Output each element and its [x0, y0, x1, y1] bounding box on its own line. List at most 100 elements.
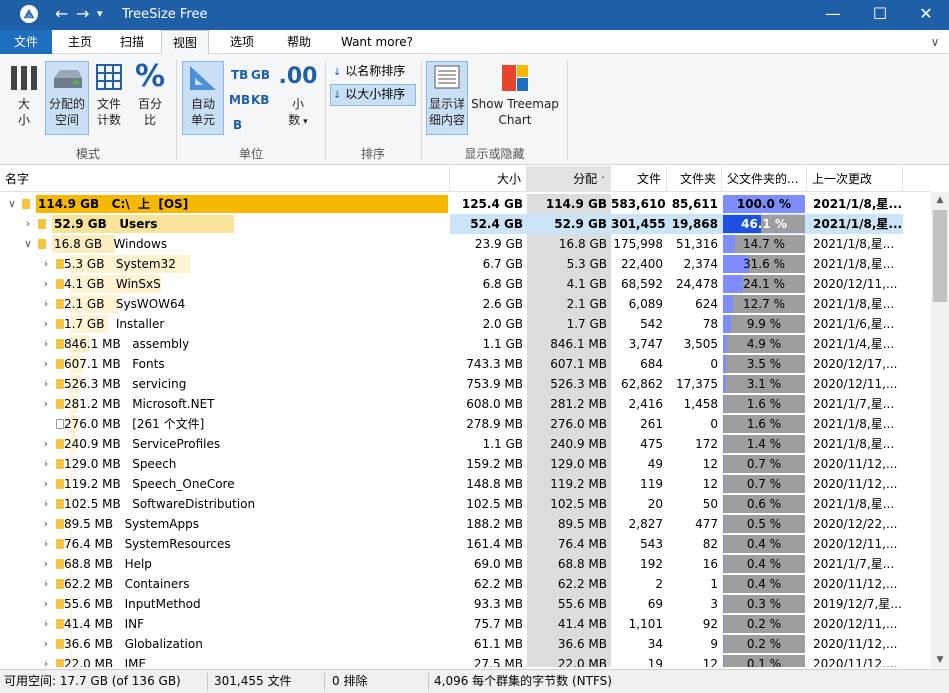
- tab-home[interactable]: 主页: [56, 30, 104, 54]
- scroll-down-icon[interactable]: ▼: [931, 655, 949, 665]
- column-folders[interactable]: 文件夹: [667, 166, 722, 192]
- allocated-cell: 607.1 MB: [527, 354, 611, 374]
- expand-chevron-icon[interactable]: ›: [40, 354, 52, 374]
- files-cell: 543: [640, 537, 663, 551]
- table-row[interactable]: › 68.8 MB Help 69.0 MB 68.8 MB 192 16 0.4 % 202…: [0, 554, 931, 574]
- ribbon-collapse-icon[interactable]: ∨: [925, 30, 945, 54]
- percent-bar: 100.0 %: [723, 195, 805, 213]
- table-row[interactable]: 276.0 MB [261 个文件] 278.9 MB 276.0 MB 261 0 1.…: [0, 414, 931, 434]
- tab-want-more[interactable]: Want more?: [333, 30, 421, 54]
- size-mode-button[interactable]: 大 小: [6, 62, 42, 134]
- expand-chevron-icon[interactable]: ›: [40, 394, 52, 414]
- sort-by-name-button[interactable]: ↓ 以名称排序: [331, 62, 417, 82]
- allocated-cell: 16.8 GB: [527, 234, 611, 254]
- quick-access-dropdown-icon[interactable]: ▾: [97, 4, 103, 24]
- allocated-space-button[interactable]: 分配的 空间: [45, 61, 89, 135]
- auto-unit-button[interactable]: 自动 单元: [182, 61, 224, 135]
- table-row[interactable]: › 526.3 MB servicing 753.9 MB 526.3 MB 62,86…: [0, 374, 931, 394]
- decimals-button[interactable]: .00 小 数 ▾: [278, 62, 318, 134]
- table-row[interactable]: › 62.2 MB Containers 62.2 MB 62.2 MB 2 1 0.4 %…: [0, 574, 931, 594]
- expand-chevron-icon[interactable]: ›: [40, 494, 52, 514]
- table-row[interactable]: › 36.6 MB Globalization 61.1 MB 36.6 MB 34 9 0…: [0, 634, 931, 654]
- column-files[interactable]: 文件: [611, 166, 667, 192]
- percent-bar: 4.9 %: [723, 335, 805, 353]
- column-name[interactable]: 名字: [0, 166, 450, 192]
- close-button[interactable]: ✕: [903, 0, 949, 30]
- tab-view[interactable]: 视图: [161, 30, 209, 55]
- back-arrow-icon[interactable]: ←: [55, 4, 68, 24]
- table-row[interactable]: ∨ 16.8 GB Windows 23.9 GB 16.8 GB 175,998 51,…: [0, 234, 931, 254]
- expand-chevron-icon[interactable]: ›: [40, 254, 52, 274]
- table-row[interactable]: › 846.1 MB assembly 1.1 GB 846.1 MB 3,747 3,5…: [0, 334, 931, 354]
- column-percent-of-parent[interactable]: 父文件夹的...: [722, 166, 807, 192]
- expand-chevron-icon[interactable]: ›: [40, 274, 52, 294]
- scroll-up-icon[interactable]: ▲: [931, 195, 949, 205]
- minimize-button[interactable]: —: [810, 0, 856, 30]
- folders-cell: 17,375: [676, 377, 718, 391]
- unit-mb-button[interactable]: MB: [227, 91, 250, 109]
- tab-file[interactable]: 文件: [0, 30, 52, 54]
- collapse-chevron-icon[interactable]: ∨: [6, 194, 18, 214]
- table-row[interactable]: › 607.1 MB Fonts 743.3 MB 607.1 MB 684 0 3.5 %…: [0, 354, 931, 374]
- table-row[interactable]: › 52.9 GB Users 52.4 GB 52.9 GB 301,455 19,86…: [0, 214, 931, 234]
- decimals-label-2: 数: [288, 113, 301, 127]
- expand-chevron-icon[interactable]: ›: [40, 454, 52, 474]
- table-row[interactable]: › 240.9 MB ServiceProfiles 1.1 GB 240.9 MB 4…: [0, 434, 931, 454]
- collapse-chevron-icon[interactable]: ∨: [22, 234, 34, 254]
- expand-chevron-icon[interactable]: ›: [40, 574, 52, 594]
- expand-chevron-icon[interactable]: ›: [40, 314, 52, 334]
- table-row[interactable]: › 4.1 GB WinSxS 6.8 GB 4.1 GB 68,592 24,478 24…: [0, 274, 931, 294]
- expand-chevron-icon[interactable]: ›: [22, 214, 34, 234]
- expand-chevron-icon[interactable]: ›: [40, 514, 52, 534]
- file-count-button[interactable]: 文件 计数: [91, 62, 127, 134]
- sort-by-size-button[interactable]: ↓ 以大小排序: [330, 84, 416, 106]
- column-size[interactable]: 大小: [450, 166, 527, 192]
- last-modified-cell: 2019/12/7,星...: [813, 597, 902, 611]
- unit-kb-button[interactable]: KB: [249, 91, 269, 109]
- table-row[interactable]: ∨ 114.9 GB C:\ 上 [OS] 125.4 GB 114.9 GB 583,…: [0, 194, 931, 214]
- table-row[interactable]: › 119.2 MB Speech_OneCore 148.8 MB 119.2 MB…: [0, 474, 931, 494]
- table-row[interactable]: › 2.1 GB SysWOW64 2.6 GB 2.1 GB 6,089 624 12.7…: [0, 294, 931, 314]
- expand-chevron-icon[interactable]: ›: [40, 334, 52, 354]
- expand-chevron-icon[interactable]: ›: [40, 294, 52, 314]
- show-details-button[interactable]: 显示详 细内容: [426, 61, 468, 135]
- show-treemap-button[interactable]: Show Treemap Chart: [470, 62, 560, 134]
- forward-arrow-icon[interactable]: →: [76, 4, 89, 24]
- table-row[interactable]: › 89.5 MB SystemApps 188.2 MB 89.5 MB 2,827 4…: [0, 514, 931, 534]
- unit-tb-button[interactable]: TB: [229, 66, 248, 84]
- unit-b-button[interactable]: B: [231, 116, 242, 134]
- expand-chevron-icon[interactable]: ›: [40, 434, 52, 454]
- table-row[interactable]: › 281.2 MB Microsoft.NET 608.0 MB 281.2 MB 2…: [0, 394, 931, 414]
- table-row[interactable]: › 1.7 GB Installer 2.0 GB 1.7 GB 542 78 9.9 % 2…: [0, 314, 931, 334]
- table-row[interactable]: › 22.0 MB IME 27.5 MB 22.0 MB 19 12 0.1 % 2020/…: [0, 654, 931, 667]
- table-row[interactable]: › 41.4 MB INF 75.7 MB 41.4 MB 1,101 92 0.2 % 20…: [0, 614, 931, 634]
- percent-bar: 24.1 %: [723, 275, 805, 293]
- table-row[interactable]: › 76.4 MB SystemResources 161.4 MB 76.4 MB 5…: [0, 534, 931, 554]
- folders-cell: 24,478: [676, 277, 718, 291]
- tab-options[interactable]: 选项: [217, 30, 267, 54]
- expand-chevron-icon[interactable]: ›: [40, 474, 52, 494]
- unit-gb-button[interactable]: GB: [249, 66, 270, 84]
- vertical-scrollbar[interactable]: ▲ ▼: [931, 192, 949, 668]
- expand-chevron-icon[interactable]: ›: [40, 654, 52, 667]
- expand-chevron-icon[interactable]: ›: [40, 594, 52, 614]
- expand-chevron-icon[interactable]: ›: [40, 534, 52, 554]
- table-row[interactable]: › 5.3 GB System32 6.7 GB 5.3 GB 22,400 2,374 3…: [0, 254, 931, 274]
- expand-chevron-icon[interactable]: ›: [40, 554, 52, 574]
- column-last-modified[interactable]: 上一次更改: [807, 166, 903, 192]
- table-row[interactable]: › 102.5 MB SoftwareDistribution 102.5 MB 10…: [0, 494, 931, 514]
- scrollbar-thumb[interactable]: [933, 210, 947, 302]
- expand-chevron-icon[interactable]: ›: [40, 634, 52, 654]
- maximize-button[interactable]: ☐: [857, 0, 903, 30]
- table-row[interactable]: › 55.6 MB InputMethod 93.3 MB 55.6 MB 69 3 0.3…: [0, 594, 931, 614]
- files-cell: 542: [640, 317, 663, 331]
- tab-scan[interactable]: 扫描: [108, 30, 156, 54]
- table-row[interactable]: › 129.0 MB Speech 159.2 MB 129.0 MB 49 12 0.7 …: [0, 454, 931, 474]
- expand-chevron-icon[interactable]: ›: [40, 374, 52, 394]
- treesize-app-icon[interactable]: ⟁: [20, 5, 38, 23]
- expand-chevron-icon[interactable]: ›: [40, 614, 52, 634]
- tab-help[interactable]: 帮助: [275, 30, 323, 54]
- row-name: 41.4 MB INF: [64, 617, 144, 631]
- percent-button[interactable]: % 百分 比: [131, 62, 169, 134]
- column-allocated[interactable]: 分配 ˇ: [527, 166, 611, 192]
